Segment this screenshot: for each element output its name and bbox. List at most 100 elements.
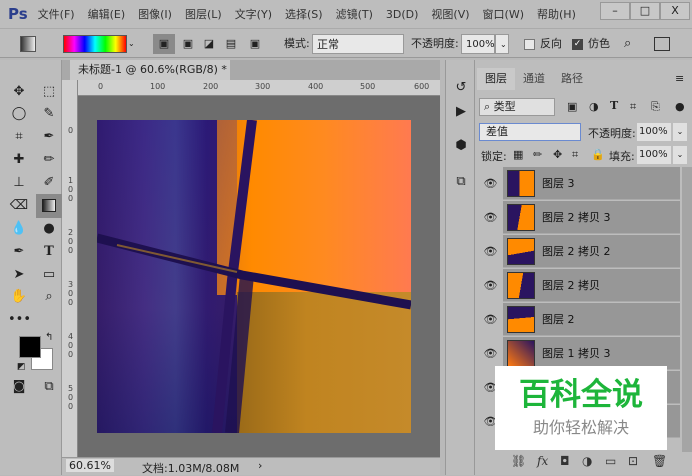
gradient-picker[interactable] [63, 35, 127, 53]
quick-mask-icon[interactable]: ◙ [8, 377, 30, 397]
gradient-tool-icon[interactable] [36, 194, 62, 218]
menu-help[interactable]: 帮助(H) [537, 6, 576, 22]
menu-image[interactable]: 图像(I) [138, 6, 172, 22]
crop-tool-icon[interactable]: ⌗ [8, 127, 30, 147]
move-tool-icon[interactable]: ✥ [8, 82, 30, 102]
canvas-image[interactable] [97, 120, 411, 433]
actions-play-icon[interactable]: ▶ [450, 102, 472, 122]
filter-adjustment-icon[interactable]: ◑ [589, 100, 599, 113]
layer-row[interactable]: 👁 图层 3 [478, 167, 680, 200]
eyedropper-icon[interactable]: ✒ [38, 127, 60, 147]
tab-paths[interactable]: 路径 [553, 68, 591, 90]
menu-3d[interactable]: 3D(D) [386, 8, 419, 21]
filter-smart-object-icon[interactable]: ⎘ [651, 100, 660, 114]
more-tools-icon[interactable]: ••• [8, 310, 31, 330]
screen-mode-icon[interactable]: ⧉ [38, 377, 60, 397]
layer-opacity-input[interactable]: 100% [637, 123, 671, 141]
lock-artboard-icon[interactable]: ⌗ [572, 148, 578, 162]
layer-row[interactable]: 👁 图层 2 拷贝 2 [478, 235, 680, 268]
opacity-input[interactable]: 100% [461, 34, 495, 54]
menu-edit[interactable]: 编辑(E) [88, 6, 126, 22]
fill-input[interactable]: 100% [637, 146, 671, 164]
type-tool-icon[interactable]: T [38, 242, 60, 262]
menu-layer[interactable]: 图层(L) [185, 6, 222, 22]
chevron-down-icon[interactable]: ⌄ [128, 34, 138, 54]
delete-layer-icon[interactable]: 🗑 [652, 454, 667, 468]
lock-image-icon[interactable]: ✏ [533, 148, 542, 161]
add-mask-icon[interactable]: ◘ [560, 454, 570, 468]
panel-menu-icon[interactable]: ≡ [675, 72, 684, 85]
minimize-button[interactable]: – [600, 2, 630, 20]
menu-filter[interactable]: 滤镜(T) [336, 6, 373, 22]
lasso-tool-icon[interactable]: ◯ [8, 104, 30, 124]
filter-toggle[interactable]: ● [675, 100, 685, 113]
blur-tool-icon[interactable]: 💧 [8, 219, 30, 239]
close-button[interactable]: X [660, 2, 690, 20]
filter-pixel-icon[interactable]: ▣ [567, 100, 577, 113]
zoom-tool-icon[interactable]: ⌕ [38, 287, 60, 307]
status-menu-arrow[interactable]: › [258, 459, 262, 472]
menu-file[interactable]: 文件(F) [38, 6, 75, 22]
lock-position-icon[interactable]: ✥ [553, 148, 562, 161]
lock-all-icon[interactable]: 🔒 [591, 148, 605, 161]
lock-transparent-icon[interactable]: ▦ [513, 148, 523, 161]
rectangle-tool-icon[interactable]: ▭ [38, 265, 60, 285]
fx-icon[interactable]: fx [537, 454, 548, 468]
history-brush-icon[interactable]: ✐ [38, 173, 60, 193]
foreground-color-swatch[interactable] [19, 336, 41, 358]
maximize-button[interactable]: □ [630, 2, 660, 20]
new-group-icon[interactable]: ▭ [605, 454, 616, 468]
workspace-icon[interactable] [654, 37, 670, 51]
path-selection-icon[interactable]: ➤ [8, 265, 30, 285]
visibility-eye-icon[interactable]: 👁 [478, 201, 503, 234]
layer-filter-select[interactable]: ⌕ 类型 [479, 98, 555, 116]
reflected-gradient-button[interactable]: ▤ [223, 34, 239, 54]
history-icon[interactable]: ↺ [450, 78, 472, 98]
opacity-dropdown-icon[interactable]: ⌄ [673, 123, 687, 141]
linear-gradient-button[interactable]: ▣ [153, 34, 175, 54]
visibility-eye-icon[interactable]: 👁 [478, 303, 503, 336]
adjustment-layer-icon[interactable]: ◑ [582, 454, 592, 468]
pen-tool-icon[interactable]: ✒ [8, 242, 30, 262]
visibility-eye-icon[interactable]: 👁 [478, 167, 503, 200]
default-colors-icon[interactable]: ◩ [17, 362, 26, 372]
search-icon[interactable]: ⌕ [624, 34, 631, 54]
menu-window[interactable]: 窗口(W) [483, 6, 524, 22]
gradient-tool-preset-icon[interactable] [20, 36, 36, 52]
magic-wand-icon[interactable]: ✎ [38, 104, 60, 124]
clone-stamp-icon[interactable]: ⊥ [8, 173, 30, 193]
zoom-level[interactable]: 60.61% [66, 459, 114, 472]
properties-icon[interactable]: ⧉ [450, 172, 472, 192]
filter-shape-icon[interactable]: ⌗ [630, 100, 636, 114]
mode-select[interactable]: 正常 [312, 34, 404, 54]
menu-select[interactable]: 选择(S) [285, 6, 323, 22]
angle-gradient-button[interactable]: ◪ [201, 34, 217, 54]
blend-mode-select[interactable]: 差值 [479, 123, 581, 141]
link-layers-icon[interactable]: ⛓ [511, 454, 526, 468]
layer-row[interactable]: 👁 图层 2 拷贝 3 [478, 201, 680, 234]
reverse-checkbox[interactable] [524, 39, 535, 50]
document-tab[interactable]: 未标题-1 @ 60.6%(RGB/8) * × [70, 60, 230, 96]
eraser-tool-icon[interactable]: ⌫ [8, 196, 30, 216]
layer-row[interactable]: 👁 图层 2 [478, 303, 680, 336]
filter-type-icon[interactable]: T [610, 99, 618, 112]
layers-scrollbar[interactable] [682, 167, 692, 452]
3d-icon[interactable]: ⬢ [450, 136, 472, 156]
fill-dropdown-icon[interactable]: ⌄ [673, 146, 687, 164]
tab-channels[interactable]: 通道 [515, 68, 553, 90]
dither-checkbox[interactable]: ✓ [572, 39, 583, 50]
layer-row[interactable]: 👁 图层 2 拷贝 [478, 269, 680, 302]
hand-tool-icon[interactable]: ✋ [8, 287, 30, 307]
visibility-eye-icon[interactable]: 👁 [478, 269, 503, 302]
brush-tool-icon[interactable]: ✏ [38, 150, 60, 170]
radial-gradient-button[interactable]: ▣ [180, 34, 196, 54]
dodge-tool-icon[interactable]: ● [38, 219, 60, 239]
swap-colors-icon[interactable]: ↰ [45, 332, 53, 343]
visibility-eye-icon[interactable]: 👁 [478, 235, 503, 268]
opacity-dropdown[interactable]: ⌄ [495, 34, 509, 54]
diamond-gradient-button[interactable]: ▣ [247, 34, 263, 54]
menu-type[interactable]: 文字(Y) [235, 6, 272, 22]
marquee-tool-icon[interactable]: ⬚ [38, 82, 60, 102]
new-layer-icon[interactable]: ⊡ [628, 454, 638, 468]
healing-brush-icon[interactable]: ✚ [8, 150, 30, 170]
